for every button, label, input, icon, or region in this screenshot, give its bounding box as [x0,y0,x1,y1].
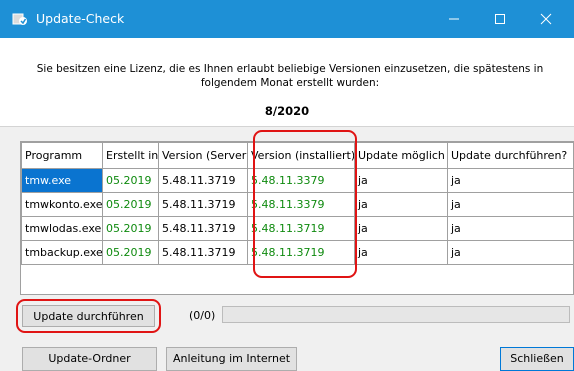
license-header: Sie besitzen eine Lizenz, die es Ihnen e… [0,38,574,127]
progress-bar [222,306,570,323]
cell-version-server[interactable]: 5.48.11.3719 [159,193,248,217]
table-row[interactable]: tmwlodas.exe 05.2019 5.48.11.3719 5.48.1… [22,217,574,241]
maximize-button[interactable] [478,0,522,38]
license-message: Sie besitzen eine Lizenz, die es Ihnen e… [20,62,560,90]
table-row[interactable]: tmw.exe 05.2019 5.48.11.3719 5.48.11.337… [22,169,574,193]
minimize-icon [432,0,476,38]
cell-update-moeglich[interactable]: ja [355,217,448,241]
column-header-version-server[interactable]: Version (Server) [159,143,248,169]
table-row[interactable]: tmbackup.exe 05.2019 5.48.11.3719 5.48.1… [22,241,574,265]
cell-version-server[interactable]: 5.48.11.3719 [159,169,248,193]
programs-table[interactable]: Programm Erstellt in Version (Server) Ve… [20,141,574,295]
minimize-button[interactable] [432,0,476,38]
maximize-icon [478,0,522,38]
cell-version-installiert[interactable]: 5.48.11.3719 [248,241,355,265]
window-title: Update-Check [36,11,124,26]
column-header-update-durchfuehren[interactable]: Update durchführen? [448,143,574,169]
cell-programm[interactable]: tmwlodas.exe [22,217,103,241]
update-durchfuehren-button[interactable]: Update durchführen [22,305,155,327]
internet-guide-button[interactable]: Anleitung im Internet [166,347,297,371]
cell-erstellt[interactable]: 05.2019 [103,169,159,193]
cell-update-durchfuehren[interactable]: ja [448,169,574,193]
cell-erstellt[interactable]: 05.2019 [103,217,159,241]
cell-version-server[interactable]: 5.48.11.3719 [159,241,248,265]
cell-update-moeglich[interactable]: ja [355,169,448,193]
column-header-version-installiert[interactable]: Version (installiert) [248,143,355,169]
column-header-programm[interactable]: Programm [22,143,103,169]
license-date: 8/2020 [0,104,574,118]
cell-programm[interactable]: tmwkonto.exe [22,193,103,217]
update-folder-button[interactable]: Update-Ordner [22,347,157,371]
cell-update-durchfuehren[interactable]: ja [448,217,574,241]
cell-erstellt[interactable]: 05.2019 [103,193,159,217]
title-bar: Update-Check [0,0,574,38]
table-header-row: Programm Erstellt in Version (Server) Ve… [22,143,574,169]
cell-version-installiert[interactable]: 5.48.11.3379 [248,169,355,193]
close-window-button[interactable] [524,0,568,38]
table-row[interactable]: tmwkonto.exe 05.2019 5.48.11.3719 5.48.1… [22,193,574,217]
cell-version-installiert[interactable]: 5.48.11.3719 [248,217,355,241]
cell-update-durchfuehren[interactable]: ja [448,193,574,217]
cell-update-moeglich[interactable]: ja [355,193,448,217]
column-header-update-moeglich[interactable]: Update möglich [355,143,448,169]
close-button[interactable]: Schließen [500,347,574,371]
cell-version-installiert[interactable]: 5.48.11.3379 [248,193,355,217]
cell-version-server[interactable]: 5.48.11.3719 [159,217,248,241]
app-icon [12,11,28,27]
cell-programm[interactable]: tmw.exe [22,169,103,193]
cell-update-durchfuehren[interactable]: ja [448,241,574,265]
close-icon [524,0,568,38]
progress-count: (0/0) [189,309,215,322]
cell-update-moeglich[interactable]: ja [355,241,448,265]
column-header-erstellt[interactable]: Erstellt in [103,143,159,169]
cell-programm[interactable]: tmbackup.exe [22,241,103,265]
cell-erstellt[interactable]: 05.2019 [103,241,159,265]
